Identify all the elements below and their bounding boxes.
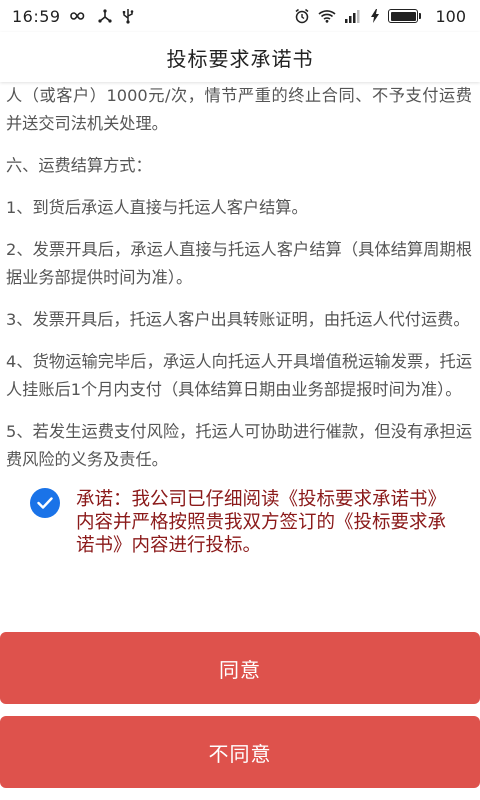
status-time: 16:59 [12,6,61,26]
status-bar: 16:59 100 [0,0,480,32]
paragraph-penalty: 人（或客户）1000元/次，情节严重的终止合同、不予支付运费并送交司法机关处理。 [6,86,472,133]
paragraph-item-4: 4、货物运输完毕后，承运人向托运人开具增值税运输发票，托运人挂账后1个月内支付（… [6,352,472,399]
agree-button[interactable]: 同意 [0,632,480,704]
paragraph-item-2: 2、发票开具后，承运人直接与托运人客户结算（具体结算周期根据业务部提供时间为准）… [6,240,472,287]
disagree-button[interactable]: 不同意 [0,716,480,788]
charging-icon [370,9,380,23]
checkmark-icon [37,497,53,509]
paragraph-item-3: 3、发票开具后，托运人客户出具转账证明，由托运人代付运费。 [6,310,470,329]
nav-bar: 投标要求承诺书 [0,32,480,82]
battery-percent: 100 [435,6,466,26]
signal-icon [344,9,362,23]
share-icon [97,9,113,23]
paragraph-item-1: 1、到货后承运人直接与托运人客户结算。 [6,198,308,217]
battery-fill [390,11,416,21]
battery-cap [419,13,422,19]
commitment-checkbox[interactable] [30,488,60,518]
alarm-icon [294,8,310,24]
usb-icon [121,8,135,24]
battery-icon [388,9,422,23]
agreement-content[interactable]: 人（或客户）1000元/次，情节严重的终止合同、不予支付运费并送交司法机关处理。… [0,82,480,630]
status-right: 100 [294,7,466,26]
commitment-row: 承诺：我公司已仔细阅读《投标要求承诺书》内容并严格按照贵我双方签订的《投标要求承… [6,488,472,557]
page-title: 投标要求承诺书 [166,46,314,71]
infinity-icon [69,10,89,22]
wifi-icon [318,9,336,23]
battery-body [388,9,419,23]
status-left: 16:59 [12,7,135,26]
section-heading-settlement: 六、运费结算方式： [6,156,152,175]
commitment-text: 承诺：我公司已仔细阅读《投标要求承诺书》内容并严格按照贵我双方签订的《投标要求承… [76,489,447,556]
paragraph-item-5: 5、若发生运费支付风险，托运人可协助进行催款，但没有承担运费风险的义务及责任。 [6,422,472,469]
